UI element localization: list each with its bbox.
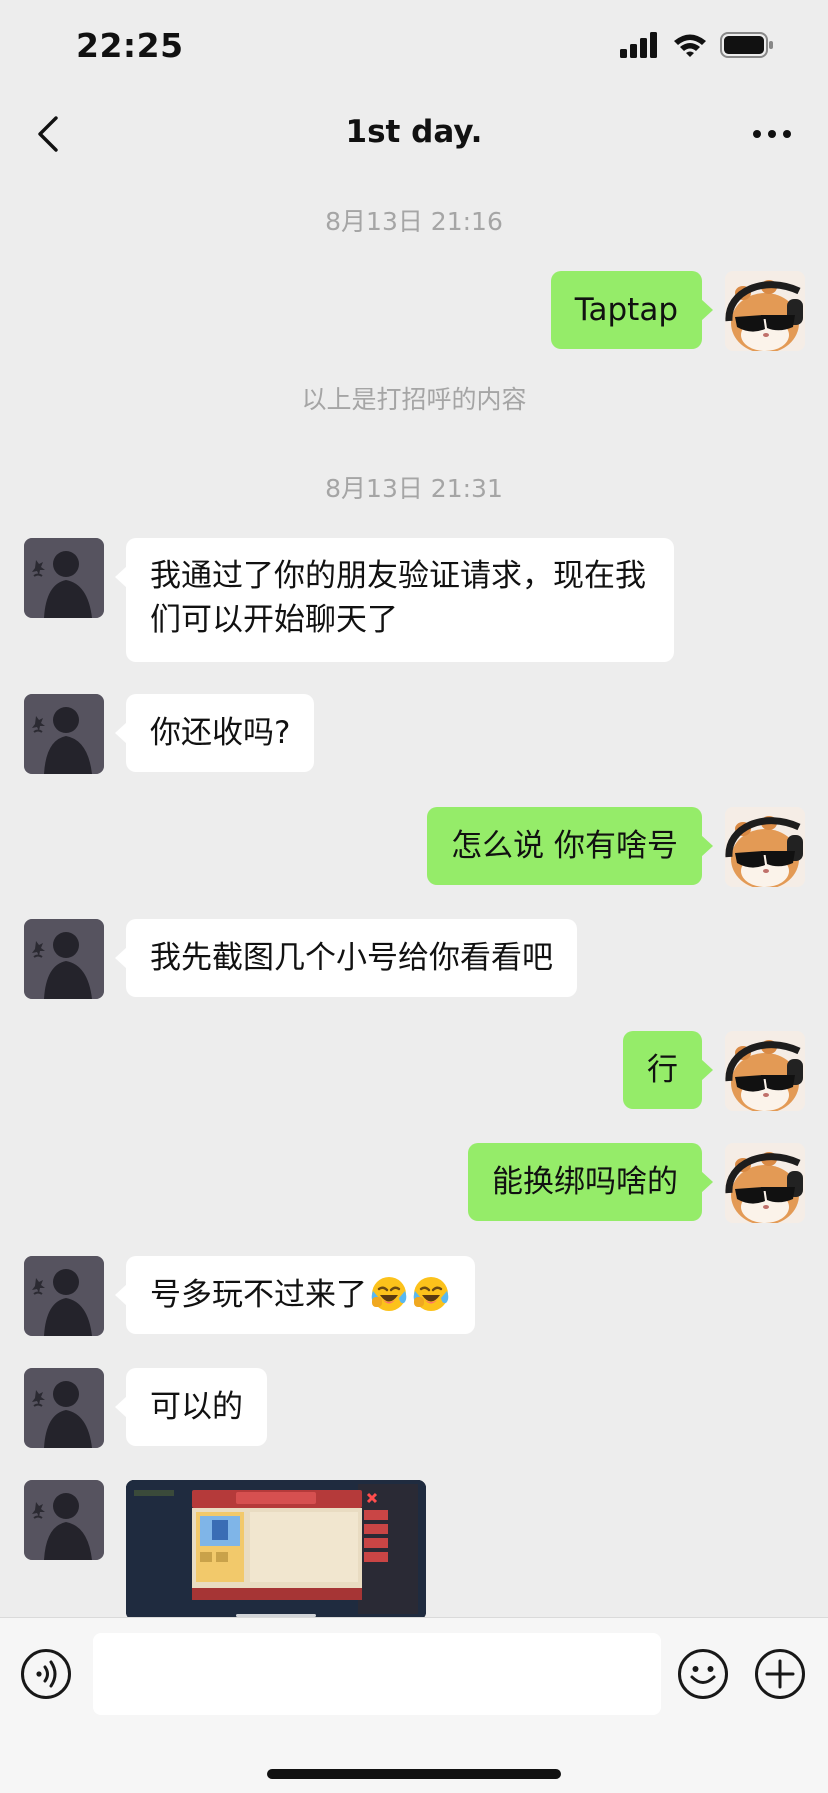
message-outgoing[interactable]: 行 [623,1031,713,1109]
status-bar: 22:25 [0,0,828,96]
message-list[interactable]: 8月13日 21:16 Taptap 以上是打招呼的内容 8月13日 21:31… [0,172,828,1617]
message-outgoing[interactable]: 怎么说 你有啥号 [427,807,713,885]
my-avatar[interactable] [725,1031,805,1111]
status-time: 22:25 [76,26,184,65]
more-options-button[interactable] [742,108,802,160]
system-notice: 以上是打招呼的内容 [301,385,527,414]
my-avatar[interactable] [725,1143,805,1223]
message-incoming[interactable]: 号多玩不过来了 [115,1256,475,1334]
contact-avatar[interactable] [24,538,104,618]
more-functions-button[interactable] [754,1648,806,1700]
contact-avatar[interactable] [24,1256,104,1336]
my-avatar[interactable] [725,807,805,887]
voice-input-button[interactable] [20,1648,72,1700]
my-avatar[interactable] [725,271,805,351]
message-outgoing[interactable]: Taptap [550,271,714,349]
cellular-signal-icon [620,32,657,58]
message-incoming[interactable]: 我先截图几个小号给你看看吧 [115,919,577,997]
laugh-cry-emoji-icon [411,1273,451,1313]
timestamp: 8月13日 21:31 [325,474,503,503]
chat-title: 1st day. [345,114,483,150]
message-outgoing[interactable]: 能换绑吗啥的 [468,1143,713,1221]
contact-avatar[interactable] [24,1368,104,1448]
status-icons [620,32,774,58]
chat-header: 1st day. [0,96,828,172]
emoji-button[interactable] [677,1648,729,1700]
more-dots-icon [753,130,791,138]
game-screenshot-thumbnail [126,1480,426,1617]
battery-icon [720,32,773,58]
wifi-icon [674,34,706,57]
home-indicator[interactable] [267,1769,561,1779]
laugh-cry-emoji-icon [369,1273,409,1313]
message-text: 号多玩不过来了 [150,1277,367,1313]
message-input[interactable] [93,1633,661,1715]
message-incoming[interactable]: 可以的 [115,1368,267,1446]
contact-avatar[interactable] [24,919,104,999]
timestamp: 8月13日 21:16 [325,207,503,236]
image-message[interactable] [126,1480,426,1617]
message-incoming[interactable]: 我通过了你的朋友验证请求，现在我们可以开始聊天了 [115,538,674,662]
input-toolbar [0,1617,828,1793]
message-incoming[interactable]: 你还收吗? [114,694,315,772]
contact-avatar[interactable] [24,694,104,774]
contact-avatar[interactable] [24,1480,104,1560]
